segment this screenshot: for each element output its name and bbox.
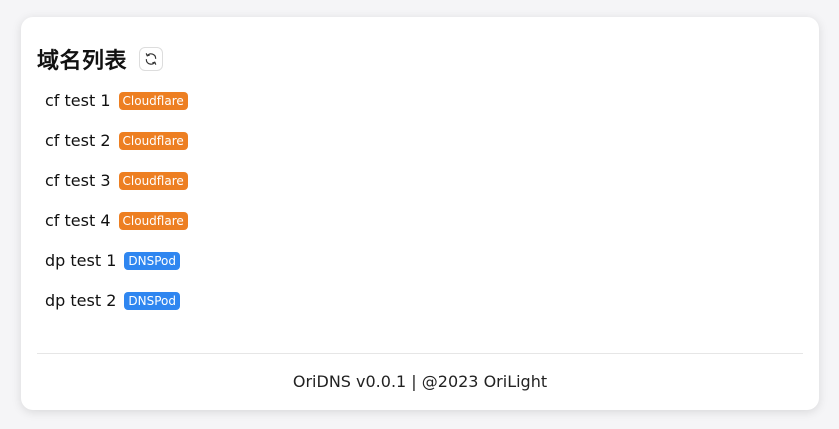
domain-name: cf test 2 (45, 131, 111, 150)
provider-badge: Cloudflare (118, 92, 188, 110)
domain-name: cf test 1 (45, 91, 111, 110)
domain-name: dp test 2 (45, 291, 117, 310)
domain-name: dp test 1 (45, 251, 117, 270)
provider-badge: DNSPod (124, 252, 180, 270)
domain-item[interactable]: cf test 3 Cloudflare (45, 169, 188, 209)
domain-item[interactable]: cf test 2 Cloudflare (45, 129, 188, 169)
domain-name: cf test 4 (45, 211, 111, 230)
domain-list: cf test 1 Cloudflare cf test 2 Cloudflar… (45, 89, 188, 329)
domain-item[interactable]: cf test 4 Cloudflare (45, 209, 188, 249)
domain-name: cf test 3 (45, 171, 111, 190)
domain-item[interactable]: dp test 1 DNSPod (45, 249, 188, 289)
domain-list-card: 域名列表 cf test 1 Cloudflare cf test 2 Clou… (21, 17, 819, 410)
refresh-button[interactable] (139, 47, 164, 71)
refresh-icon (144, 52, 158, 66)
domain-item[interactable]: dp test 2 DNSPod (45, 289, 188, 329)
provider-badge: DNSPod (124, 292, 180, 310)
footer-divider (37, 353, 803, 354)
footer-text: OriDNS v0.0.1 | @2023 OriLight (292, 372, 548, 391)
card-header: 域名列表 (37, 43, 164, 75)
page-title: 域名列表 (37, 49, 128, 74)
provider-badge: Cloudflare (118, 212, 188, 230)
provider-badge: Cloudflare (118, 172, 188, 190)
domain-item[interactable]: cf test 1 Cloudflare (45, 89, 188, 129)
provider-badge: Cloudflare (118, 132, 188, 150)
